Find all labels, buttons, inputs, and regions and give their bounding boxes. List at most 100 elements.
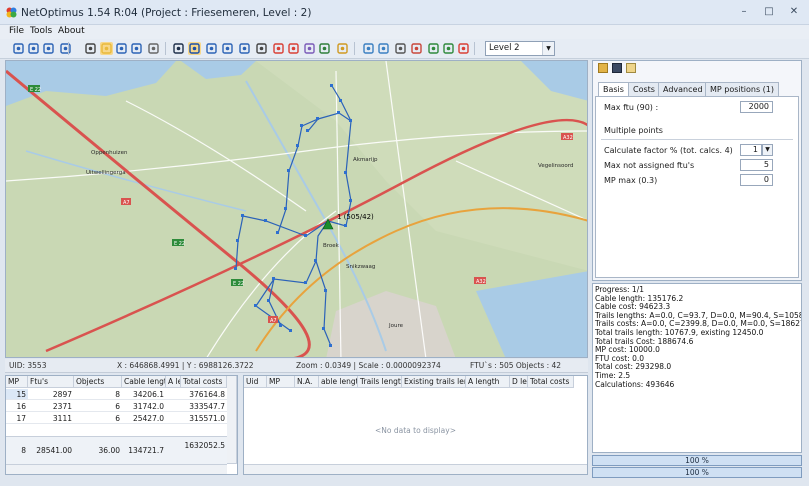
zoom-in-icon[interactable] bbox=[115, 42, 128, 55]
place-broek: Broek bbox=[323, 243, 339, 249]
calc-factor-label: Calculate factor % (tot. calcs. 4) bbox=[604, 146, 733, 155]
help-icon[interactable] bbox=[59, 42, 72, 55]
maximize-button[interactable]: □ bbox=[761, 6, 777, 18]
progress-log[interactable]: Progress: 1/1 Cable length: 135176.2 Cable… bbox=[592, 283, 802, 453]
mp-max-input[interactable]: 0 bbox=[740, 174, 773, 186]
open-folder-icon[interactable] bbox=[598, 63, 608, 73]
col-header-total-costs[interactable]: Total costs bbox=[181, 376, 227, 388]
delete-red-icon[interactable] bbox=[272, 42, 285, 55]
tab-basis[interactable]: Basis bbox=[598, 82, 629, 97]
col-header-a-length[interactable]: A le bbox=[166, 376, 181, 388]
svg-text:A7: A7 bbox=[270, 318, 277, 324]
minimize-button[interactable]: – bbox=[736, 6, 752, 18]
hand-icon[interactable] bbox=[147, 42, 160, 55]
svg-text:E 22: E 22 bbox=[174, 241, 185, 247]
select-remove-icon[interactable] bbox=[42, 42, 55, 55]
toolbar-separator bbox=[474, 42, 475, 55]
trails-detail-grid[interactable]: Uid MP N.A. able length Trails length Ex… bbox=[243, 375, 588, 475]
window-title: NetOptimus 1.54 R:04 (Project : Frieseme… bbox=[21, 7, 312, 19]
tab-advanced[interactable]: Advanced bbox=[658, 82, 708, 96]
progress-text: 100 % bbox=[685, 468, 709, 477]
cell-a-length bbox=[166, 413, 181, 424]
cell-total-costs: 376164.8 bbox=[181, 389, 227, 400]
select-add-icon[interactable] bbox=[27, 42, 40, 55]
col-header-trails-length[interactable]: Trails length bbox=[358, 376, 402, 388]
col-header-cable-length[interactable]: Cable length bbox=[122, 376, 166, 388]
col-header-total-costs[interactable]: Total costs bbox=[528, 376, 574, 388]
col-header-objects[interactable]: Objects bbox=[74, 376, 122, 388]
house-green-icon[interactable] bbox=[427, 42, 440, 55]
menu-tools[interactable]: Tools bbox=[30, 26, 52, 36]
progress-bar-2: 100 % bbox=[592, 467, 802, 478]
chevron-down-icon[interactable]: ▼ bbox=[542, 42, 554, 55]
marker-label: 1 (505/42) bbox=[337, 213, 374, 221]
max-not-assigned-input[interactable]: 5 bbox=[740, 159, 773, 171]
status-zoom: Zoom : 0.0349 | Scale : 0.0000092374 bbox=[296, 361, 441, 370]
cell-objects: 8 bbox=[74, 389, 122, 400]
total-total-costs: 1632052.5 bbox=[184, 441, 225, 450]
chart-icon[interactable] bbox=[303, 42, 316, 55]
mp-summary-grid[interactable]: MP Ftu's Objects Cable length A le Total… bbox=[5, 375, 238, 475]
place-snikzwaag: Snikzwaag bbox=[346, 264, 376, 270]
multiple-points-heading: Multiple points bbox=[604, 126, 663, 135]
tab-content-basis bbox=[595, 96, 799, 278]
col-header-existing-trails-length[interactable]: Existing trails leng bbox=[402, 376, 466, 388]
col-header-d-length[interactable]: D ler bbox=[510, 376, 528, 388]
calendar-icon[interactable] bbox=[410, 42, 423, 55]
tab-mp-positions[interactable]: MP positions (1) bbox=[705, 82, 779, 96]
pan-icon[interactable] bbox=[84, 42, 97, 55]
menu-about[interactable]: About bbox=[58, 26, 85, 36]
rectangle-icon[interactable] bbox=[287, 42, 300, 55]
horizontal-scrollbar[interactable] bbox=[6, 464, 227, 474]
col-header-mp[interactable]: MP bbox=[267, 376, 295, 388]
horizontal-scrollbar[interactable] bbox=[244, 464, 587, 474]
cell-mp: 17 bbox=[6, 413, 28, 424]
menu-file[interactable]: File bbox=[9, 26, 24, 36]
toolbar-separator bbox=[68, 42, 69, 55]
col-header-ftus[interactable]: Ftu's bbox=[28, 376, 74, 388]
toolbar-separator bbox=[165, 42, 166, 55]
zoom-out-icon[interactable] bbox=[130, 42, 143, 55]
level-select-value: Level 2 bbox=[489, 43, 520, 53]
close-button[interactable]: ✕ bbox=[786, 6, 802, 18]
select-icon[interactable] bbox=[12, 42, 25, 55]
vertical-scrollbar[interactable] bbox=[227, 376, 237, 464]
progress-text: 100 % bbox=[685, 456, 709, 465]
route-icon[interactable] bbox=[205, 42, 218, 55]
table-icon[interactable] bbox=[394, 42, 407, 55]
col-header-mp[interactable]: MP bbox=[6, 376, 28, 388]
map-view[interactable]: E 22 A32 A7 E 22 E 22 A7 A32 Oppenhuizen… bbox=[5, 60, 588, 358]
totals-row: 8 28541.00 36.00 134721.7 1632052.5 bbox=[6, 436, 227, 464]
chevron-down-icon[interactable]: ▼ bbox=[762, 144, 773, 156]
edit-icon[interactable] bbox=[626, 63, 636, 73]
map-canvas[interactable]: E 22 A32 A7 E 22 E 22 A7 A32 bbox=[6, 61, 588, 358]
house-outline-icon[interactable] bbox=[442, 42, 455, 55]
bar-chart-icon[interactable] bbox=[318, 42, 331, 55]
tab-costs[interactable]: Costs bbox=[628, 82, 660, 96]
col-header-a-length[interactable]: A length bbox=[466, 376, 510, 388]
settings-icon[interactable] bbox=[377, 42, 390, 55]
menu-bar bbox=[0, 25, 809, 39]
save-icon[interactable] bbox=[172, 42, 185, 55]
save-icon[interactable] bbox=[612, 63, 622, 73]
place-akmarijp: Akmarijp bbox=[353, 157, 378, 163]
app-logo-icon bbox=[6, 7, 17, 18]
refresh-icon[interactable] bbox=[221, 42, 234, 55]
status-coords: X : 646868.4991 | Y : 6988126.3722 bbox=[117, 361, 254, 370]
level-select[interactable]: Level 2 ▼ bbox=[485, 41, 555, 56]
path-icon[interactable] bbox=[238, 42, 251, 55]
cloud-icon[interactable] bbox=[362, 42, 375, 55]
col-header-uid[interactable]: Uid bbox=[244, 376, 267, 388]
max-ftu-label: Max ftu (90) : bbox=[604, 103, 659, 112]
calc-factor-input[interactable]: 1 bbox=[740, 144, 762, 156]
col-header-cable-length[interactable]: able length bbox=[319, 376, 358, 388]
stop-icon[interactable] bbox=[457, 42, 470, 55]
col-header-na[interactable]: N.A. bbox=[295, 376, 319, 388]
max-ftu-input[interactable]: 2000 bbox=[740, 101, 773, 113]
info-icon[interactable] bbox=[188, 42, 201, 55]
calc-icon[interactable] bbox=[336, 42, 349, 55]
zoom-window-icon[interactable] bbox=[100, 42, 113, 55]
svg-text:A32: A32 bbox=[563, 135, 573, 141]
network-icon[interactable] bbox=[255, 42, 268, 55]
status-uid: UID: 3553 bbox=[9, 361, 47, 370]
